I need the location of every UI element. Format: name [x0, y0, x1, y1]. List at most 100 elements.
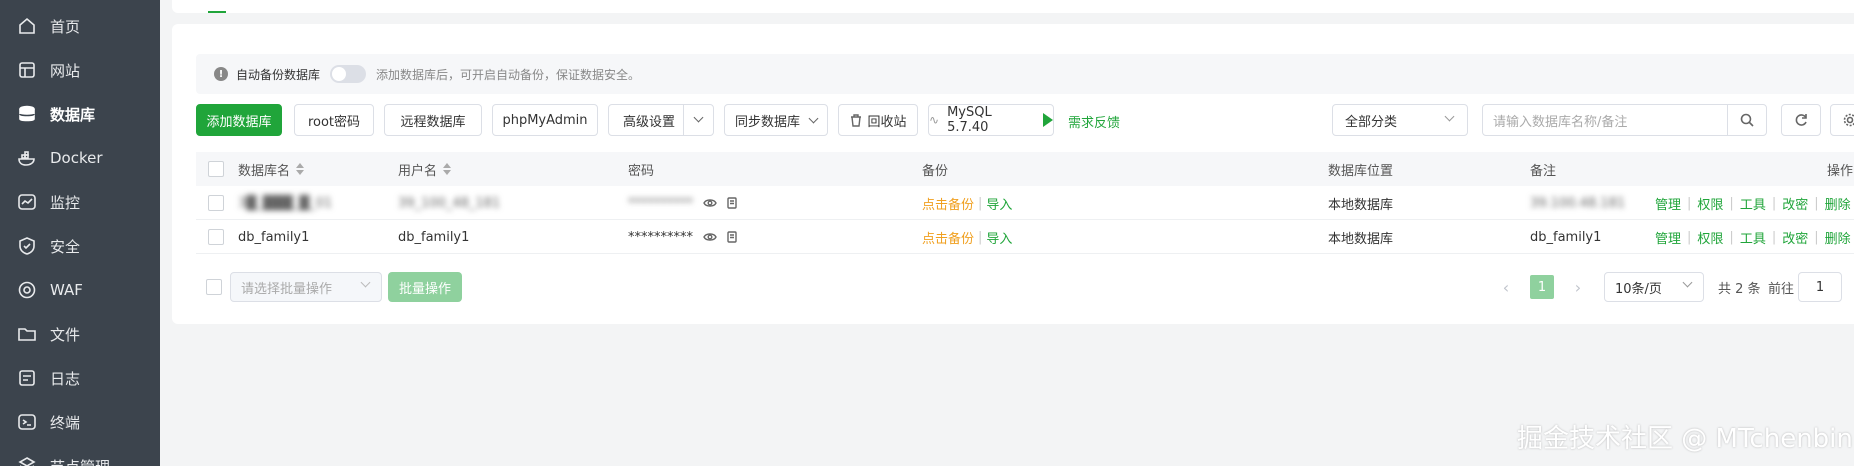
- page-size-value: 10条/页: [1615, 281, 1662, 297]
- recycle-bin-label: 回收站: [867, 114, 907, 130]
- sidebar-item-logs[interactable]: 日志: [0, 356, 160, 400]
- backup-link[interactable]: 点击备份: [922, 228, 974, 247]
- row-checkbox[interactable]: [208, 186, 224, 220]
- search-button[interactable]: [1727, 104, 1767, 136]
- docker-icon: [16, 147, 38, 169]
- password-value: **********: [628, 195, 693, 211]
- auto-backup-toggle[interactable]: [330, 65, 367, 83]
- table-row: db_family1 db_family1 ********** 点击备份 | …: [196, 220, 1854, 254]
- feedback-link[interactable]: 需求反馈: [1068, 112, 1120, 131]
- batch-operation-select[interactable]: 请选择批量操作: [230, 272, 382, 302]
- permission-link[interactable]: 权限: [1697, 194, 1723, 213]
- db-name-cell: db_family1: [238, 229, 310, 245]
- column-header-location: 数据库位置: [1328, 163, 1394, 179]
- column-header-password: 密码: [628, 163, 655, 179]
- location-cell: 本地数据库: [1328, 197, 1394, 213]
- sidebar-item-home[interactable]: 首页: [0, 4, 160, 48]
- remark-cell[interactable]: 39.100.48.181: [1530, 186, 1625, 220]
- home-icon: [16, 15, 38, 37]
- select-all-checkbox[interactable]: [208, 152, 224, 186]
- tools-link[interactable]: 工具: [1740, 194, 1766, 213]
- copy-icon[interactable]: [725, 230, 739, 244]
- sidebar-item-docker[interactable]: Docker: [0, 136, 160, 180]
- next-page-button[interactable]: ›: [1566, 272, 1590, 302]
- mysql-version-label: MySQL 5.7.40: [947, 105, 992, 135]
- tools-link[interactable]: 工具: [1740, 228, 1766, 247]
- terminal-icon: [16, 411, 38, 433]
- goto-page-input[interactable]: 1: [1798, 272, 1842, 302]
- sidebar-item-files[interactable]: 文件: [0, 312, 160, 356]
- sidebar-item-waf[interactable]: WAF: [0, 268, 160, 312]
- refresh-icon: [1793, 112, 1809, 128]
- auto-backup-hint: 添加数据库后，可开启自动备份，保证数据安全。: [376, 67, 641, 82]
- import-link[interactable]: 导入: [986, 194, 1012, 213]
- change-password-link[interactable]: 改密: [1782, 228, 1808, 247]
- delete-link[interactable]: 删除: [1825, 194, 1851, 213]
- sidebar-item-label: Docker: [50, 149, 103, 167]
- manage-link[interactable]: 管理: [1655, 228, 1681, 247]
- sidebar-item-website[interactable]: 网站: [0, 48, 160, 92]
- db-user-cell: 39_100_48_181: [398, 195, 501, 211]
- waf-icon: [16, 279, 38, 301]
- search-input[interactable]: 请输入数据库名称/备注: [1482, 104, 1728, 136]
- sort-icon: [443, 163, 452, 175]
- sidebar-item-label: 首页: [50, 17, 81, 36]
- add-database-button[interactable]: 添加数据库: [196, 104, 282, 136]
- header-label: 数据库名: [238, 163, 291, 179]
- page-number-button[interactable]: 1: [1530, 275, 1554, 299]
- permission-link[interactable]: 权限: [1697, 228, 1723, 247]
- password-cell: **********: [628, 186, 739, 220]
- phpmyadmin-button[interactable]: phpMyAdmin: [492, 104, 598, 136]
- manage-link[interactable]: 管理: [1655, 194, 1681, 213]
- refresh-button[interactable]: [1781, 104, 1821, 136]
- node-icon: [16, 455, 38, 466]
- sync-database-dropdown[interactable]: 同步数据库: [724, 104, 828, 136]
- column-header-name[interactable]: 数据库名: [238, 152, 305, 186]
- batch-select-placeholder: 请选择批量操作: [241, 281, 333, 297]
- batch-operation-button[interactable]: 批量操作: [388, 272, 462, 302]
- page-size-select[interactable]: 10条/页: [1604, 272, 1704, 302]
- chevron-down-icon: [1682, 277, 1693, 288]
- delete-link[interactable]: 删除: [1825, 228, 1851, 247]
- auto-backup-label: 自动备份数据库: [236, 67, 321, 82]
- footer-select-all-checkbox[interactable]: [206, 279, 222, 295]
- sidebar-item-monitor[interactable]: 监控: [0, 180, 160, 224]
- eye-icon[interactable]: [703, 230, 717, 244]
- remote-database-button[interactable]: 远程数据库: [384, 104, 482, 136]
- auto-backup-notice: ! 自动备份数据库 添加数据库后，可开启自动备份，保证数据安全。: [196, 54, 1854, 94]
- info-icon: !: [214, 67, 228, 81]
- change-password-link[interactable]: 改密: [1782, 194, 1808, 213]
- separator: |: [978, 195, 983, 211]
- row-checkbox[interactable]: [208, 220, 224, 254]
- mysql-version-button[interactable]: ∿ MySQL 5.7.40: [928, 104, 1054, 136]
- prev-page-button[interactable]: ‹: [1494, 272, 1518, 302]
- play-icon: [1043, 113, 1053, 127]
- sidebar-item-label: 文件: [50, 325, 81, 344]
- active-tab-indicator: [208, 11, 226, 13]
- column-header-remark: 备注: [1530, 163, 1557, 179]
- category-select[interactable]: 全部分类: [1332, 104, 1468, 136]
- advanced-settings-dropdown[interactable]: 高级设置: [608, 104, 714, 136]
- sidebar-item-security[interactable]: 安全: [0, 224, 160, 268]
- password-value: **********: [628, 229, 693, 245]
- remark-cell[interactable]: db_family1: [1530, 220, 1601, 254]
- chevron-down-icon: [1444, 111, 1455, 122]
- root-password-button[interactable]: root密码: [294, 104, 374, 136]
- table-row: 3█_███_█_01 39_100_48_181 ********** 点击备…: [196, 186, 1854, 220]
- settings-button[interactable]: [1830, 104, 1854, 136]
- search-icon: [1739, 112, 1755, 128]
- advanced-settings-label: 高级设置: [623, 114, 676, 130]
- import-link[interactable]: 导入: [986, 228, 1012, 247]
- recycle-bin-button[interactable]: 回收站: [838, 104, 918, 136]
- sidebar-item-database[interactable]: 数据库: [0, 92, 160, 136]
- copy-icon[interactable]: [725, 196, 739, 210]
- column-header-user[interactable]: 用户名: [398, 152, 452, 186]
- sidebar-item-label: 日志: [50, 369, 81, 388]
- sidebar-item-label: 节点管理: [50, 456, 110, 466]
- sort-icon: [296, 163, 305, 175]
- mysql-logo-icon: ∿: [929, 113, 940, 127]
- sidebar-item-nodes[interactable]: 节点管理: [0, 444, 160, 466]
- eye-icon[interactable]: [703, 196, 717, 210]
- backup-link[interactable]: 点击备份: [922, 194, 974, 213]
- sidebar-item-terminal[interactable]: 终端: [0, 400, 160, 444]
